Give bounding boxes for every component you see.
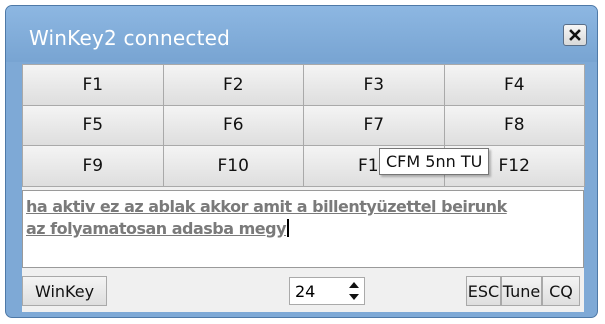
keyboard-text-input[interactable]: ha aktiv ez az ablak akkor amit a billen… bbox=[22, 190, 584, 268]
title-bar[interactable]: WinKey2 connected bbox=[6, 6, 597, 62]
spin-arrows-icon[interactable] bbox=[348, 280, 360, 302]
f7-button[interactable]: F7 bbox=[303, 104, 445, 147]
esc-button[interactable]: ESC bbox=[466, 276, 501, 306]
tune-button[interactable]: Tune bbox=[501, 276, 542, 306]
text-line-1: ha aktiv ez az ablak akkor amit a billen… bbox=[26, 197, 507, 216]
f11-tooltip: CFM 5nn TU bbox=[379, 148, 490, 175]
f9-button[interactable]: F9 bbox=[22, 145, 164, 187]
speed-spinner[interactable]: 24 bbox=[289, 277, 365, 305]
f4-button[interactable]: F4 bbox=[443, 64, 585, 106]
f1-button[interactable]: F1 bbox=[22, 64, 164, 106]
f3-button[interactable]: F3 bbox=[303, 64, 445, 106]
text-caret bbox=[287, 219, 290, 237]
bottom-toolbar: WinKey 24 ESC Tune CQ bbox=[22, 276, 584, 306]
f5-button[interactable]: F5 bbox=[22, 104, 164, 147]
f10-button[interactable]: F10 bbox=[162, 145, 304, 187]
client-area: F1 F2 F3 F4 F5 F6 F7 F8 F9 F10 F11 F12 h… bbox=[22, 64, 585, 312]
close-button[interactable] bbox=[563, 24, 587, 46]
winkey-window: WinKey2 connected F1 F2 F3 F4 F5 F6 F7 F… bbox=[5, 5, 598, 318]
window-title: WinKey2 connected bbox=[29, 26, 231, 50]
speed-value: 24 bbox=[295, 282, 316, 301]
close-icon bbox=[569, 29, 581, 41]
text-line-2-content: az folyamatosan adasba megy bbox=[26, 219, 287, 238]
function-key-grid: F1 F2 F3 F4 F5 F6 F7 F8 F9 F10 F11 F12 bbox=[22, 64, 585, 187]
text-line-2: az folyamatosan adasba megy bbox=[26, 219, 290, 238]
f8-button[interactable]: F8 bbox=[443, 104, 585, 147]
winkey-button[interactable]: WinKey bbox=[22, 276, 107, 306]
cq-button[interactable]: CQ bbox=[542, 276, 580, 306]
f6-button[interactable]: F6 bbox=[162, 104, 304, 147]
f2-button[interactable]: F2 bbox=[162, 64, 304, 106]
